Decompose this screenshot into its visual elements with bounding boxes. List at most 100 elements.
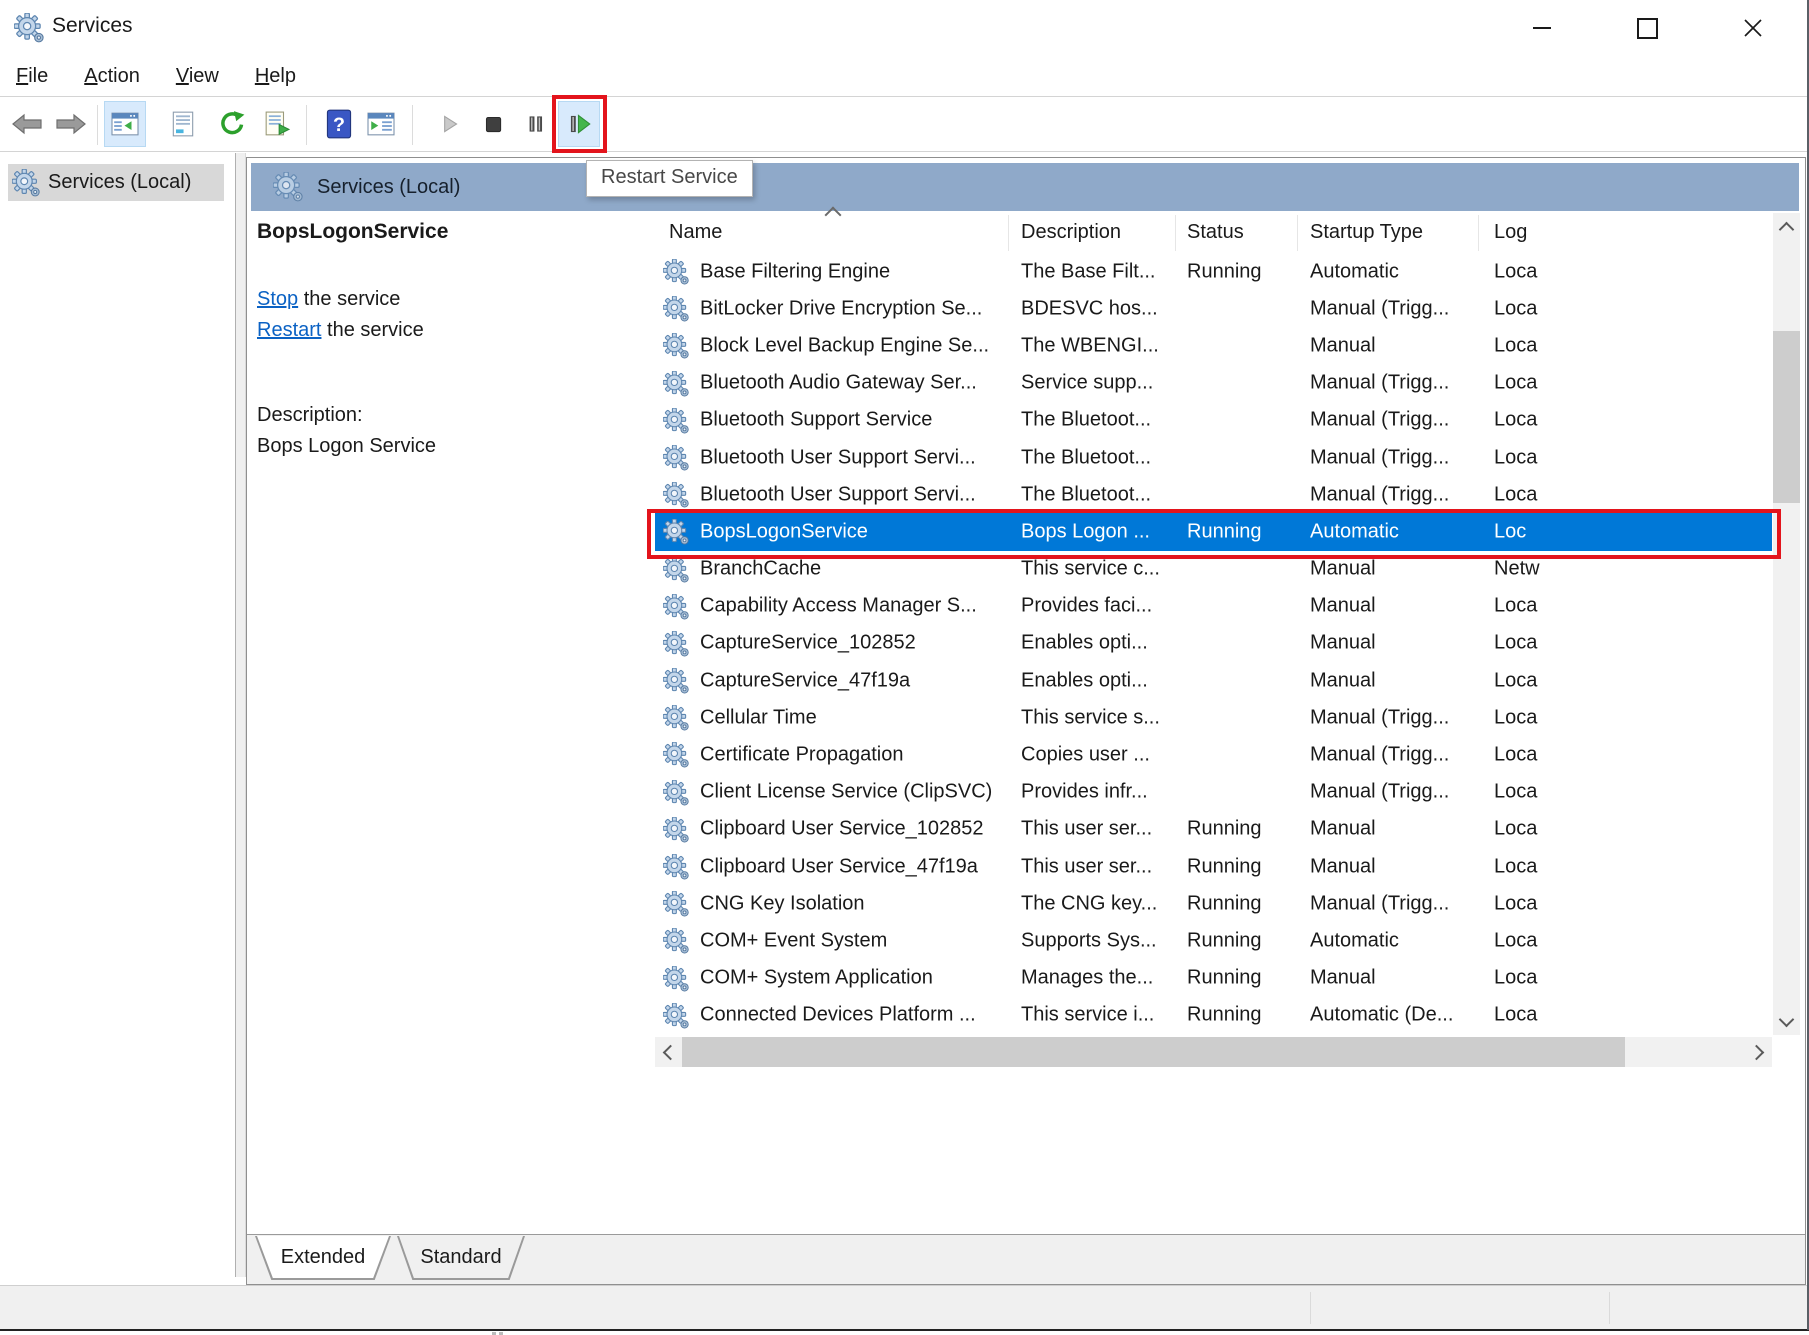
service-status-cell: Running — [1187, 892, 1262, 915]
status-bar — [0, 1285, 1809, 1329]
service-startup-type-cell: Manual — [1310, 967, 1376, 990]
service-description-cell: The Bluetoot... — [1021, 446, 1151, 469]
column-header-status[interactable]: Status — [1187, 221, 1244, 244]
scroll-up-button[interactable] — [1773, 213, 1800, 240]
table-row[interactable]: Bluetooth Support Service The Bluetoot..… — [655, 402, 1772, 439]
forward-button[interactable] — [50, 101, 92, 147]
column-separator[interactable] — [1175, 215, 1176, 251]
service-log-on-as-cell: Loca — [1494, 334, 1772, 357]
tab-extended[interactable]: Extended — [255, 1236, 391, 1280]
table-row[interactable]: CNG Key Isolation The CNG key... Running… — [655, 885, 1772, 922]
service-name-cell: Certificate Propagation — [700, 744, 903, 767]
menu-file[interactable]: File — [16, 65, 48, 88]
service-gear-icon — [663, 408, 689, 434]
service-name-cell: Cellular Time — [700, 706, 817, 729]
properties-button[interactable] — [162, 101, 204, 147]
show-console-tree-button[interactable] — [104, 101, 146, 147]
table-row[interactable]: BitLocker Drive Encryption Se... BDESVC … — [655, 290, 1772, 327]
service-name-cell: COM+ Event System — [700, 929, 887, 952]
console-tree-icon — [110, 111, 140, 137]
service-startup-type-cell: Automatic — [1310, 260, 1399, 283]
table-row[interactable]: Clipboard User Service_102852 This user … — [655, 811, 1772, 848]
service-gear-icon — [663, 482, 689, 508]
service-status-cell: Running — [1187, 260, 1262, 283]
help-button[interactable]: ? — [318, 101, 360, 147]
service-log-on-as-cell: Loca — [1494, 372, 1772, 395]
table-row[interactable]: Cellular Time This service s... Manual (… — [655, 699, 1772, 736]
list-column-headers: Name Description Status Startup Type Log — [655, 213, 1772, 253]
pane-divider[interactable] — [236, 153, 246, 1277]
service-status-cell: Running — [1187, 855, 1262, 878]
vertical-scrollbar[interactable] — [1773, 213, 1800, 1035]
service-name-cell: BranchCache — [700, 558, 821, 581]
service-name-cell: Connected Devices Platform ... — [700, 1004, 976, 1027]
service-startup-type-cell: Manual (Trigg... — [1310, 744, 1449, 767]
horizontal-scrollbar[interactable] — [655, 1037, 1772, 1067]
service-gear-icon — [663, 557, 689, 583]
table-row[interactable]: Client License Service (ClipSVC) Provide… — [655, 774, 1772, 811]
table-row[interactable]: COM+ Event System Supports Sys... Runnin… — [655, 922, 1772, 959]
svg-text:?: ? — [333, 114, 345, 136]
menu-view[interactable]: View — [176, 65, 219, 88]
table-row[interactable]: Bluetooth Audio Gateway Ser... Service s… — [655, 365, 1772, 402]
scroll-left-button[interactable] — [655, 1037, 682, 1067]
service-gear-icon — [663, 966, 689, 992]
service-name-cell: CNG Key Isolation — [700, 892, 865, 915]
column-separator[interactable] — [1008, 215, 1009, 251]
column-header-log-on-as[interactable]: Log — [1494, 221, 1527, 244]
services-pane: Services (Local) BopsLogonService Stop t… — [246, 157, 1806, 1285]
table-row[interactable]: Clipboard User Service_47f19a This user … — [655, 848, 1772, 885]
stop-service-button[interactable] — [472, 101, 514, 147]
service-startup-type-cell: Manual (Trigg... — [1310, 409, 1449, 432]
service-description-cell: The Bluetoot... — [1021, 483, 1151, 506]
services-gear-icon — [12, 169, 40, 197]
service-name-cell: Base Filtering Engine — [700, 260, 890, 283]
start-icon — [436, 111, 462, 137]
column-separator[interactable] — [1297, 215, 1298, 251]
horizontal-scrollbar-thumb[interactable] — [682, 1037, 1625, 1067]
start-service-button[interactable] — [428, 101, 470, 147]
tree-item-services-local[interactable]: Services (Local) — [8, 164, 224, 201]
table-row[interactable]: Capability Access Manager S... Provides … — [655, 588, 1772, 625]
menu-help[interactable]: Help — [255, 65, 296, 88]
window-bottom-edge — [0, 1329, 1809, 1331]
service-name-cell: CaptureService_47f19a — [700, 669, 910, 692]
table-row[interactable]: Bluetooth User Support Servi... The Blue… — [655, 439, 1772, 476]
scroll-right-button[interactable] — [1745, 1037, 1772, 1067]
column-header-startup-type[interactable]: Startup Type — [1310, 221, 1423, 244]
table-row[interactable]: Certificate Propagation Copies user ... … — [655, 736, 1772, 773]
vertical-scrollbar-thumb[interactable] — [1773, 331, 1800, 503]
service-log-on-as-cell: Loca — [1494, 260, 1772, 283]
menu-bar: File Action View Help — [0, 56, 1809, 96]
service-gear-icon — [663, 1003, 689, 1029]
column-header-name[interactable]: Name — [669, 221, 722, 244]
menu-action[interactable]: Action — [84, 65, 140, 88]
pause-service-button[interactable] — [514, 101, 556, 147]
minimize-button[interactable] — [1519, 5, 1565, 51]
table-row[interactable]: Bluetooth User Support Servi... The Blue… — [655, 476, 1772, 513]
service-startup-type-cell: Automatic (De... — [1310, 1004, 1453, 1027]
table-row[interactable]: Block Level Backup Engine Se... The WBEN… — [655, 327, 1772, 364]
table-row[interactable]: Base Filtering Engine The Base Filt... R… — [655, 253, 1772, 290]
stop-service-link[interactable]: Stop — [257, 288, 298, 310]
column-separator[interactable] — [1478, 215, 1479, 251]
show-action-pane-button[interactable] — [360, 101, 402, 147]
back-button[interactable] — [6, 101, 48, 147]
scroll-down-button[interactable] — [1773, 1008, 1800, 1035]
export-list-button[interactable] — [256, 101, 298, 147]
table-row[interactable]: COM+ System Application Manages the... R… — [655, 960, 1772, 997]
maximize-button[interactable] — [1624, 5, 1670, 51]
tab-standard[interactable]: Standard — [397, 1236, 525, 1280]
restart-service-link[interactable]: Restart — [257, 319, 321, 341]
table-row[interactable]: CaptureService_102852 Enables opti... Ma… — [655, 625, 1772, 662]
close-button[interactable] — [1730, 5, 1776, 51]
table-row[interactable]: CaptureService_47f19a Enables opti... Ma… — [655, 662, 1772, 699]
service-name-cell: BitLocker Drive Encryption Se... — [700, 297, 982, 320]
table-row[interactable]: Connected Devices Platform ... This serv… — [655, 997, 1772, 1034]
title-bar: Services — [0, 0, 1809, 56]
column-header-description[interactable]: Description — [1021, 221, 1121, 244]
service-description-cell: Supports Sys... — [1021, 929, 1157, 952]
service-startup-type-cell: Manual (Trigg... — [1310, 446, 1449, 469]
refresh-button[interactable] — [210, 101, 252, 147]
service-description-cell: Copies user ... — [1021, 744, 1150, 767]
